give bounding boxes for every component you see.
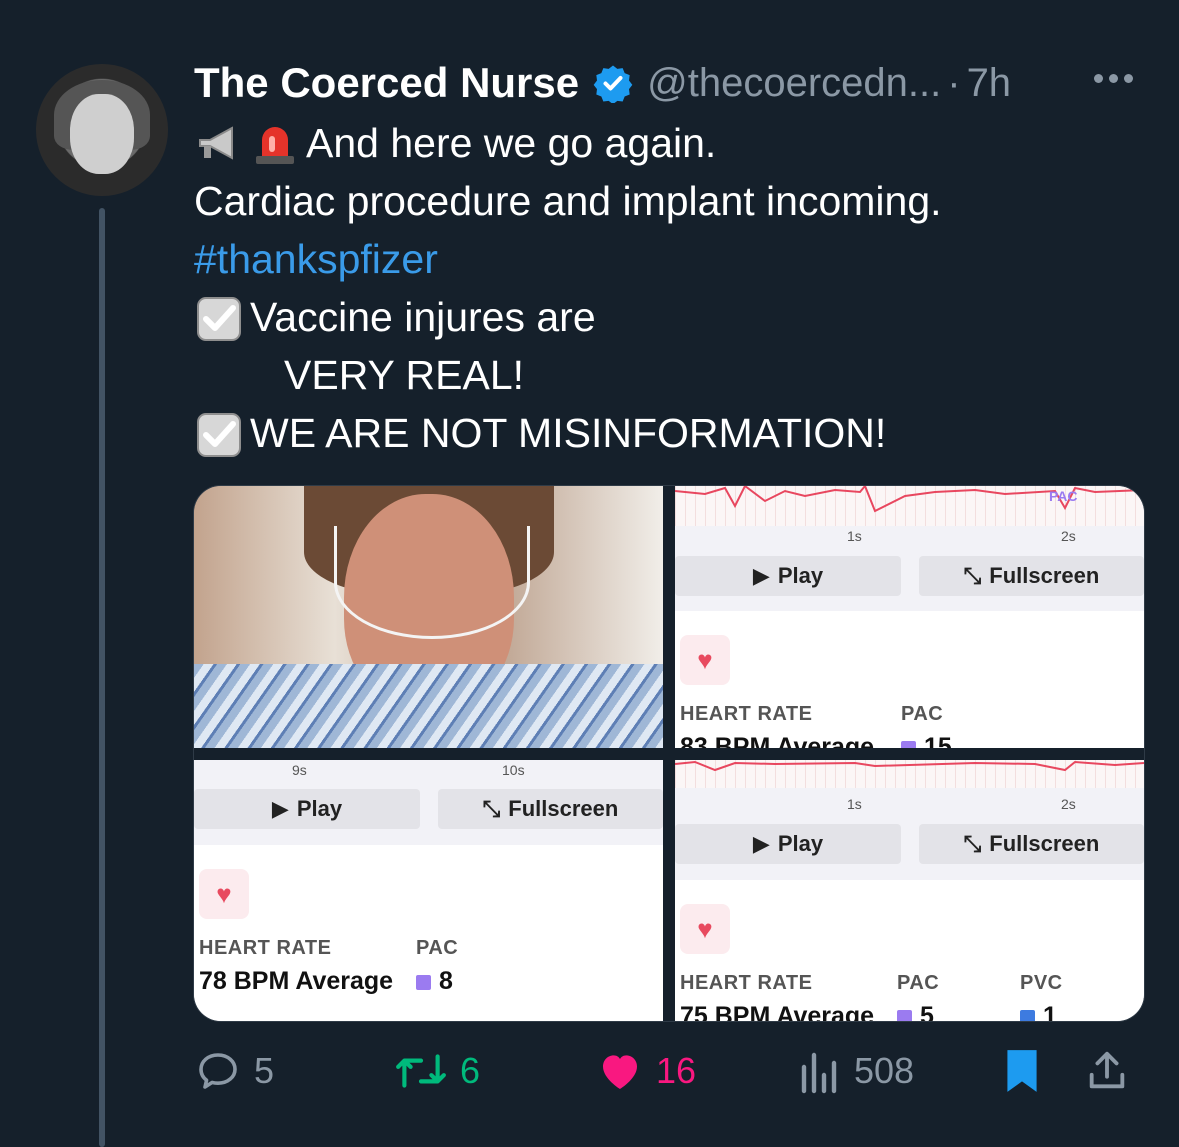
- pac-value: 5: [920, 1002, 934, 1021]
- pvc-value: 1: [1043, 1002, 1057, 1021]
- avatar[interactable]: [36, 64, 168, 196]
- pvc-label: PVC: [1020, 972, 1063, 994]
- ecg-screenshot-3[interactable]: 1s 2s ▶ Play ⤡ Fullscreen ♥ HEART RATE PAC…: [675, 760, 1144, 1021]
- heart-rate-value: 83 BPM Average: [680, 733, 875, 748]
- retweet-count: 6: [460, 1050, 481, 1091]
- play-label: Play: [777, 563, 824, 588]
- tick-label: 1s: [847, 796, 862, 812]
- ecg-summary-panel: ♥ HEART RATE PAC 78 BPM Average 8: [194, 845, 663, 1021]
- play-icon: ▶: [271, 796, 289, 821]
- hashtag-link[interactable]: #thankspfizer: [194, 230, 438, 288]
- share-button[interactable]: [1084, 1045, 1130, 1097]
- ecg-summary-panel: ♥ HEART RATE PAC 83 BPM Average 15: [675, 611, 1144, 748]
- pac-label: PAC: [416, 937, 459, 959]
- tweet-header: The Coerced Nurse @thecoercedn... · 7h: [194, 58, 1011, 108]
- verified-badge-icon: [593, 65, 633, 103]
- heart-rate-label: HEART RATE: [680, 972, 813, 994]
- tick-label: 1s: [847, 528, 862, 544]
- play-label: Play: [296, 796, 343, 821]
- view-count: 508: [854, 1050, 915, 1091]
- reply-count: 5: [254, 1050, 275, 1091]
- heart-icon: ♥: [199, 869, 249, 919]
- play-icon: ▶: [752, 831, 770, 856]
- tick-label: 2s: [1061, 796, 1076, 812]
- reply-icon: [199, 1053, 237, 1089]
- heart-icon: ♥: [680, 635, 730, 685]
- more-options-icon[interactable]: [1094, 74, 1133, 83]
- tweet-actions: 5 6 16 508: [194, 1045, 1144, 1097]
- tweet-line-5: VERY REAL!: [284, 352, 525, 398]
- thread-line: [99, 208, 105, 1147]
- avatar-face: [70, 94, 134, 174]
- fullscreen-label: Fullscreen: [989, 563, 1100, 588]
- heart-icon: [603, 1055, 637, 1089]
- play-button[interactable]: ▶ Play: [675, 824, 901, 864]
- pac-value: 15: [924, 733, 952, 748]
- check-box-emoji-icon: [194, 292, 244, 342]
- author-handle[interactable]: @thecoercedn...: [647, 61, 941, 106]
- play-button[interactable]: ▶ Play: [194, 789, 420, 829]
- fullscreen-button[interactable]: ⤡ Fullscreen: [919, 824, 1144, 864]
- fullscreen-button[interactable]: ⤡ Fullscreen: [438, 789, 663, 829]
- expand-icon: ⤡: [963, 563, 982, 588]
- like-button[interactable]: 16: [596, 1045, 696, 1097]
- ecg-screenshot-2[interactable]: 9s 10s ▶ Play ⤡ Fullscreen ♥ HEART RATE PA…: [194, 760, 663, 1021]
- siren-emoji-icon: [250, 118, 300, 168]
- play-label: Play: [777, 831, 824, 856]
- views-button[interactable]: 508: [798, 1045, 914, 1097]
- share-icon: [1089, 1051, 1125, 1089]
- pac-color-swatch: [897, 1009, 912, 1021]
- pac-label: PAC: [901, 703, 944, 725]
- tweet-line-6: WE ARE NOT MISINFORMATION!: [250, 410, 887, 456]
- heart-rate-value: 75 BPM Average: [680, 1002, 875, 1021]
- tick-label: 10s: [502, 762, 525, 778]
- retweet-icon: [396, 1054, 446, 1088]
- megaphone-emoji-icon: [194, 118, 244, 168]
- bookmark-button[interactable]: [1000, 1045, 1044, 1097]
- expand-icon: ⤡: [482, 796, 501, 821]
- tweet-line-1: And here we go again.: [306, 120, 717, 166]
- pac-value: 8: [439, 967, 453, 995]
- ecg-screenshot-1[interactable]: PAC 1s 2s ▶ Play ⤡ Fullscreen ♥ HEART RATE…: [675, 486, 1144, 748]
- heart-icon: ♥: [680, 904, 730, 954]
- ecg-strip: [675, 760, 1144, 788]
- tweet-text: And here we go again. Cardiac procedure …: [194, 114, 942, 462]
- fullscreen-button[interactable]: ⤡ Fullscreen: [919, 556, 1144, 596]
- tweet-line-4: Vaccine injures are: [250, 294, 596, 340]
- heart-rate-label: HEART RATE: [680, 703, 813, 725]
- like-count: 16: [656, 1050, 697, 1091]
- heart-rate-label: HEART RATE: [199, 937, 332, 959]
- pac-color-swatch: [901, 740, 916, 748]
- ecg-summary-panel: ♥ HEART RATE PAC PVC 75 BPM Average 5 1: [675, 880, 1144, 1021]
- tick-label: 2s: [1061, 528, 1076, 544]
- media-grid: PAC 1s 2s ▶ Play ⤡ Fullscreen ♥ HEART RATE…: [193, 485, 1145, 1022]
- pac-color-swatch: [416, 974, 431, 990]
- pvc-color-swatch: [1020, 1009, 1035, 1021]
- heart-rate-value: 78 BPM Average: [199, 967, 394, 995]
- play-button[interactable]: ▶ Play: [675, 556, 901, 596]
- retweet-button[interactable]: 6: [394, 1045, 480, 1097]
- tweet-line-2: Cardiac procedure and implant incoming.: [194, 178, 942, 224]
- separator-dot: ·: [947, 60, 961, 105]
- tick-label: 9s: [292, 762, 307, 778]
- author-name[interactable]: The Coerced Nurse: [194, 59, 579, 107]
- tweet-timestamp[interactable]: 7h: [967, 61, 1012, 106]
- play-icon: ▶: [752, 563, 770, 588]
- pac-label: PAC: [897, 972, 940, 994]
- reply-button[interactable]: 5: [194, 1045, 274, 1097]
- views-chart-icon: [801, 1052, 837, 1094]
- bookmark-icon: [1007, 1050, 1037, 1092]
- fullscreen-label: Fullscreen: [508, 796, 619, 821]
- expand-icon: ⤡: [963, 831, 982, 856]
- check-box-emoji-icon: [194, 408, 244, 458]
- fullscreen-label: Fullscreen: [989, 831, 1100, 856]
- hospital-selfie-photo[interactable]: [194, 486, 663, 748]
